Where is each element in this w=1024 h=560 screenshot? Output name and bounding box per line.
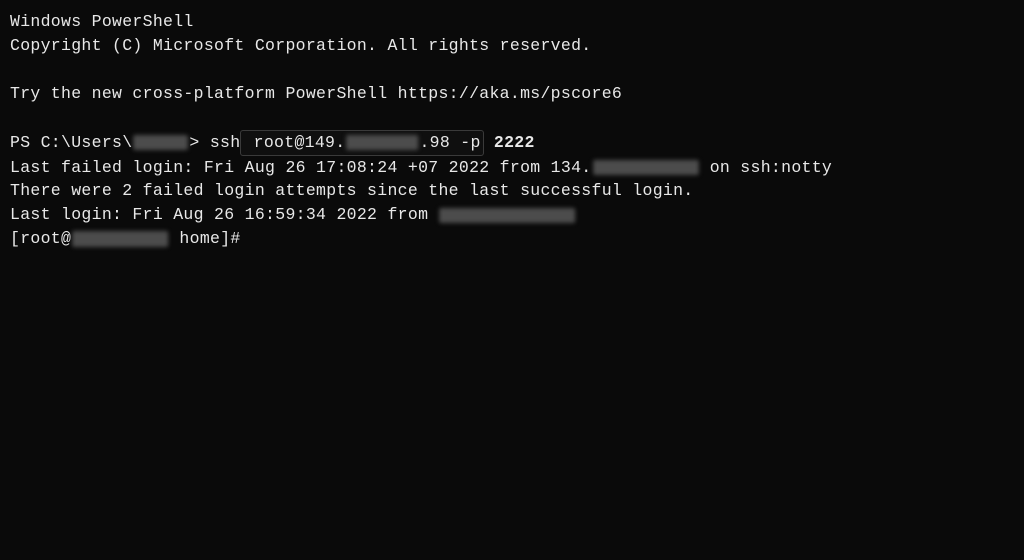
terminal-line-header3: Try the new cross-platform PowerShell ht… [10, 82, 1014, 106]
blank-line [10, 58, 1014, 82]
terminal-line-header2: Copyright (C) Microsoft Corporation. All… [10, 34, 1014, 58]
text-header1: Windows PowerShell [10, 10, 194, 34]
ps-prompt-suffix: > [189, 131, 209, 155]
blank-line [10, 106, 1014, 130]
ssh-port: 2222 [484, 131, 535, 155]
redacted-ip-mid [346, 135, 418, 151]
terminal-line-lastfailed: Last failed login: Fri Aug 26 17:08:24 +… [10, 156, 1014, 180]
terminal-line-failedattempts: There were 2 failed login attempts since… [10, 179, 1014, 203]
ssh-target-b: .98 - [419, 131, 470, 155]
redacted-ip-tail [593, 160, 699, 176]
terminal-line-header1: Windows PowerShell [10, 10, 1014, 34]
failedattempts-text: There were 2 failed login attempts since… [10, 179, 694, 203]
ps-prompt-prefix: PS C:\Users\ [10, 131, 132, 155]
terminal-line-lastlogin: Last login: Fri Aug 26 16:59:34 2022 fro… [10, 203, 1014, 227]
remote-prompt-suffix: home]# [169, 227, 240, 251]
terminal-line-remoteprompt[interactable]: [root@ home]# [10, 227, 1014, 251]
text-header2: Copyright (C) Microsoft Corporation. All… [10, 34, 592, 58]
redacted-hostname [72, 231, 168, 247]
ssh-args-box: root@149. .98 - p [240, 130, 483, 156]
lastlogin-a: Last login: Fri Aug 26 16:59:34 2022 fro… [10, 203, 438, 227]
remote-prompt-prefix: [root@ [10, 227, 71, 251]
text-header3: Try the new cross-platform PowerShell ht… [10, 82, 622, 106]
ssh-flag-p: p [470, 131, 480, 155]
ssh-target-a: root@149. [243, 131, 345, 155]
redacted-username [133, 135, 188, 151]
terminal-line-prompt[interactable]: PS C:\Users\ > ssh root@149. .98 - p 222… [10, 130, 1014, 156]
redacted-from-ip [439, 208, 575, 224]
lastfailed-a: Last failed login: Fri Aug 26 17:08:24 +… [10, 156, 592, 180]
lastfailed-b: on ssh:notty [700, 156, 833, 180]
ssh-command: ssh [210, 131, 241, 155]
